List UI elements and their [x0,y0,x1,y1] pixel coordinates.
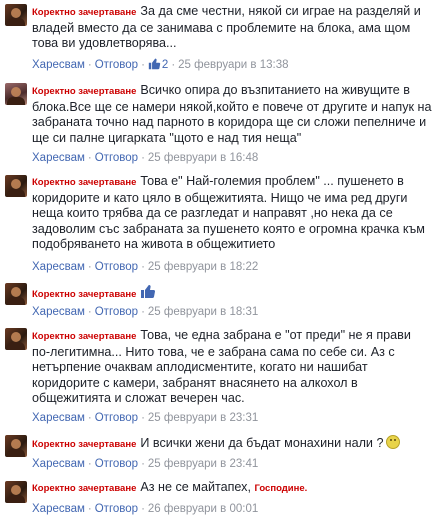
timestamp[interactable]: 25 февруари в 23:31 [148,412,258,424]
timestamp[interactable]: 25 февруари в 23:41 [148,458,258,470]
avatar[interactable] [5,435,27,457]
author-name[interactable]: Коректно зачертаване [32,439,136,450]
separator: · [87,261,92,273]
separator: · [87,59,92,71]
reply-link[interactable]: Отговор [95,306,138,318]
avatar[interactable] [5,83,27,105]
comment-actions: Харесвам · Отговор · 26 февруари в 00:01 [32,502,258,516]
separator: · [171,59,176,71]
like-link[interactable]: Харесвам [32,412,85,424]
reply-link[interactable]: Отговор [95,152,138,164]
comment-text: И всички жени да бъдат монахини нали ? [140,436,384,450]
reply-link[interactable]: Отговор [95,503,138,515]
separator: · [141,306,145,318]
comment-actions: Харесвам · Отговор · 25 февруари в 18:22 [32,260,258,274]
like-link[interactable]: Харесвам [32,261,85,273]
separator: · [141,458,145,470]
comment-body: Коректно зачертаване За да сме честни, ня… [32,4,432,52]
author-name[interactable]: Коректно зачертаване [32,331,136,342]
separator: · [87,458,92,470]
like-link[interactable]: Харесвам [32,152,85,164]
author-name[interactable]: Коректно зачертаване [32,177,136,188]
separator: · [141,503,145,515]
avatar[interactable] [5,283,27,305]
comment-actions: Харесвам · Отговор · 25 февруари в 23:41 [32,457,258,471]
timestamp[interactable]: 25 февруари в 18:22 [148,261,258,273]
like-link[interactable]: Харесвам [32,59,85,71]
separator: · [141,412,145,424]
timestamp[interactable]: 26 февруари в 00:01 [148,503,258,515]
comment-body: Коректно зачертаване Това е" Най-големия … [32,174,432,253]
comment-body: Коректно зачертаване Аз не се майтапех, Г… [32,480,432,497]
comment-actions: Харесвам · Отговор · 2 · 25 февруари в 13:38 [32,57,289,74]
separator: · [141,261,145,273]
comment-actions: Харесвам · Отговор · 25 февруари в 16:48 [32,151,258,165]
avatar[interactable] [5,328,27,350]
comment-text: Аз не се майтапех, [140,480,251,494]
avatar[interactable] [5,481,27,503]
separator: · [87,306,92,318]
like-link[interactable]: Харесвам [32,306,85,318]
thumbs-up-sticker-icon [140,283,156,304]
comment-body: Коректно зачертаване [32,283,432,304]
like-thumb-icon[interactable] [148,57,161,74]
comment-body: Коректно зачертаване Това, че една забран… [32,328,432,407]
reply-link[interactable]: Отговор [95,458,138,470]
separator: · [141,59,145,71]
like-link[interactable]: Харесвам [32,458,85,470]
separator: · [141,152,145,164]
comment-body: Коректно зачертаване Всичко опира до възп… [32,83,432,146]
like-link[interactable]: Харесвам [32,503,85,515]
smiley-emoji-icon [386,435,401,449]
separator: · [87,152,92,164]
reply-link[interactable]: Отговор [95,261,138,273]
avatar[interactable] [5,175,27,197]
timestamp[interactable]: 25 февруари в 16:48 [148,152,258,164]
avatar[interactable] [5,4,27,26]
author-name[interactable]: Коректно зачертаване [32,7,136,18]
separator: · [87,503,92,515]
comment-body: Коректно зачертаване И всички жени да бъд… [32,435,432,453]
like-count[interactable]: 2 [162,59,168,71]
author-name[interactable]: Коректно зачертаване [32,483,136,494]
timestamp[interactable]: 25 февруари в 18:31 [148,306,258,318]
reply-link[interactable]: Отговор [95,59,138,71]
author-name[interactable]: Коректно зачертаване [32,289,136,300]
comment-actions: Харесвам · Отговор · 25 февруари в 18:31 [32,305,258,319]
comment-actions: Харесвам · Отговор · 25 февруари в 23:31 [32,411,258,425]
author-name[interactable]: Коректно зачертаване [32,86,136,97]
timestamp[interactable]: 25 февруари в 13:38 [178,59,288,71]
reply-link[interactable]: Отговор [95,412,138,424]
separator: · [87,412,92,424]
comment-text-suffix: Господине. [254,483,308,494]
